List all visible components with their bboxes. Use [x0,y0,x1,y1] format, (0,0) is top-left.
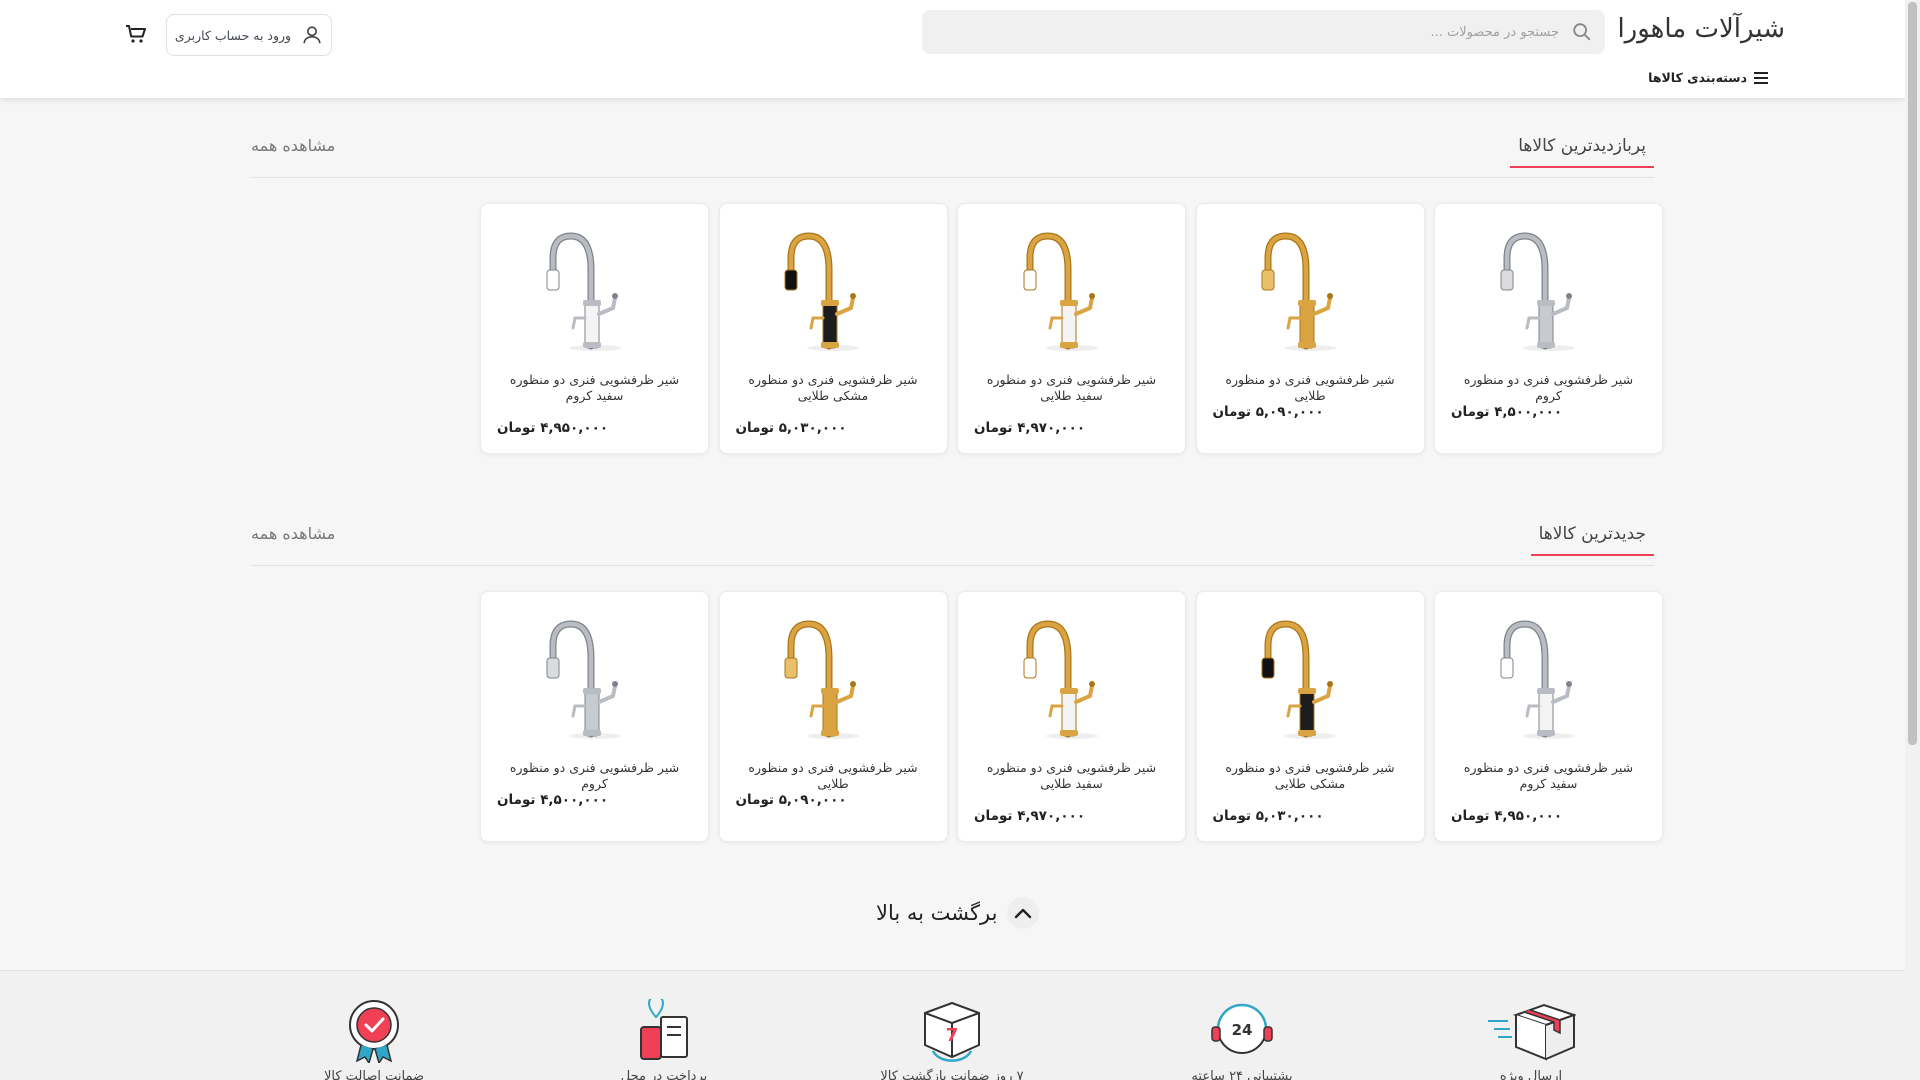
feature-item: ضمانت اصالت کالا [294,999,454,1080]
product-price: ۵,۰۹۰,۰۰۰ تومان [1212,404,1324,420]
feature-label: ضمانت اصالت کالا [323,1069,425,1080]
product-name[interactable]: شیر ظرفشویی فنری دو منظوره مشکی طلایی [736,372,931,404]
search-input[interactable] [922,10,1559,54]
product-image[interactable] [1489,218,1609,352]
chevron-up-icon [1007,897,1040,929]
categories-label: دسته‌بندی کالاها [1648,70,1747,85]
feature-label: پشتیبانی ۲۴ ساعته [1191,1069,1293,1080]
product-card[interactable]: شیر ظرفشویی فنری دو منظوره سفید طلایی ۴,۹… [957,203,1186,454]
product-image[interactable] [1489,606,1609,740]
product-card[interactable]: شیر ظرفشویی فنری دو منظوره سفید طلایی ۴,۹… [957,591,1186,842]
product-name[interactable]: شیر ظرفشویی فنری دو منظوره سفید کروم [1451,760,1646,792]
product-card[interactable]: شیر ظرفشویی فنری دو منظوره طلایی ۵,۰۹۰,۰۰… [1195,203,1425,454]
product-carousel: شیر ظرفشویی فنری دو منظوره سفید کروم ۴,۹۵… [480,591,1663,842]
back-to-top-label: برگشت به بالا [876,901,998,925]
section-header: پربازدیدترین کالاها مشاهده همه [251,136,1654,178]
product-price: ۵,۰۳۰,۰۰۰ تومان [1212,808,1324,824]
product-price: ۴,۹۵۰,۰۰۰ تومان [1451,808,1563,824]
support-24-icon: 24 [1211,1003,1273,1054]
site-logo[interactable]: شیرآلات ماهورا [1617,14,1785,44]
product-name[interactable]: شیر ظرفشویی فنری دو منظوره کروم [497,760,692,792]
section-title: پربازدیدترین کالاها [1510,136,1654,168]
feature-item: پرداخت در محل [584,999,744,1080]
product-image[interactable] [773,606,893,740]
product-card[interactable]: شیر ظرفشویی فنری دو منظوره سفید کروم ۴,۹۵… [1434,591,1663,842]
product-name[interactable]: شیر ظرفشویی فنری دو منظوره سفید طلایی [974,760,1169,792]
svg-text:7: 7 [946,1025,959,1046]
login-button[interactable]: ورود به حساب کاربری [166,14,332,56]
feature-label: ۷ روز ضمانت بازگشت کالا [880,1069,1024,1080]
feature-item: ارسال ویژه [1451,999,1611,1080]
product-image[interactable] [1012,606,1132,740]
product-image[interactable] [773,218,893,352]
product-name[interactable]: شیر ظرفشویی فنری دو منظوره مشکی طلایی [1213,760,1408,792]
feature-item: 7 ۷ روز ضمانت بازگشت کالا [872,999,1032,1080]
divider [251,177,1654,178]
product-price: ۵,۰۹۰,۰۰۰ تومان [735,792,847,808]
delivery-box-icon [1488,1003,1576,1061]
search-icon[interactable] [1571,21,1593,43]
feature-item: 24 پشتیبانی ۲۴ ساعته [1162,999,1322,1080]
menu-icon [1754,71,1768,84]
user-icon [303,26,321,44]
pay-on-delivery-icon [640,999,688,1060]
product-name[interactable]: شیر ظرفشویی فنری دو منظوره طلایی [1213,372,1408,404]
see-all-link[interactable]: مشاهده همه [251,136,335,155]
see-all-link[interactable]: مشاهده همه [251,524,335,543]
product-image[interactable] [1250,606,1370,740]
authenticity-badge-icon [349,1000,399,1063]
product-card[interactable]: شیر ظرفشویی فنری دو منظوره طلایی ۵,۰۹۰,۰۰… [718,591,948,842]
section-title: جدیدترین کالاها [1530,524,1654,556]
product-image[interactable] [535,218,655,352]
divider [251,565,1654,566]
categories-menu[interactable]: دسته‌بندی کالاها [1648,70,1769,85]
product-card[interactable]: شیر ظرفشویی فنری دو منظوره مشکی طلایی ۵,۰… [718,203,948,454]
search-bar[interactable] [922,10,1605,54]
back-to-top-button[interactable]: برگشت به بالا [876,897,1040,929]
product-image[interactable] [535,606,655,740]
product-image[interactable] [1250,218,1370,352]
product-card[interactable]: شیر ظرفشویی فنری دو منظوره سفید کروم ۴,۹۵… [480,203,709,454]
product-price: ۴,۵۰۰,۰۰۰ تومان [497,792,609,808]
product-price: ۴,۹۷۰,۰۰۰ تومان [974,420,1086,436]
return-7-days-icon: 7 [924,1001,980,1062]
product-name[interactable]: شیر ظرفشویی فنری دو منظوره طلایی [736,760,931,792]
login-label: ورود به حساب کاربری [174,27,292,43]
product-price: ۵,۰۳۰,۰۰۰ تومان [735,420,847,436]
product-carousel: شیر ظرفشویی فنری دو منظوره کروم ۴,۵۰۰,۰۰۰… [480,203,1663,454]
product-price: ۴,۵۰۰,۰۰۰ تومان [1451,404,1563,420]
product-name[interactable]: شیر ظرفشویی فنری دو منظوره سفید طلایی [974,372,1169,404]
product-card[interactable]: شیر ظرفشویی فنری دو منظوره کروم ۴,۵۰۰,۰۰۰… [1434,203,1663,454]
product-price: ۴,۹۵۰,۰۰۰ تومان [497,420,609,436]
product-card[interactable]: شیر ظرفشویی فنری دو منظوره کروم ۴,۵۰۰,۰۰۰… [480,591,709,842]
product-image[interactable] [1012,218,1132,352]
svg-text:24: 24 [1232,1021,1253,1039]
scrollbar[interactable] [1905,0,1920,1080]
footer-features: ارسال ویژه 24 پشتیبانی ۲۴ ساعته 7 ۷ روز … [0,970,1905,1080]
feature-label: پرداخت در محل [620,1069,708,1080]
cart-icon[interactable] [124,22,148,46]
feature-label: ارسال ویژه [1499,1069,1563,1080]
page: شیرآلات ماهورا ورود به حساب کاربری [0,0,1905,1080]
scrollbar-thumb[interactable] [1908,2,1917,745]
product-name[interactable]: شیر ظرفشویی فنری دو منظوره کروم [1451,372,1646,404]
site-header: شیرآلات ماهورا ورود به حساب کاربری [0,0,1905,98]
product-name[interactable]: شیر ظرفشویی فنری دو منظوره سفید کروم [497,372,692,404]
section-header: جدیدترین کالاها مشاهده همه [251,524,1654,566]
product-card[interactable]: شیر ظرفشویی فنری دو منظوره مشکی طلایی ۵,۰… [1195,591,1425,842]
product-price: ۴,۹۷۰,۰۰۰ تومان [974,808,1086,824]
